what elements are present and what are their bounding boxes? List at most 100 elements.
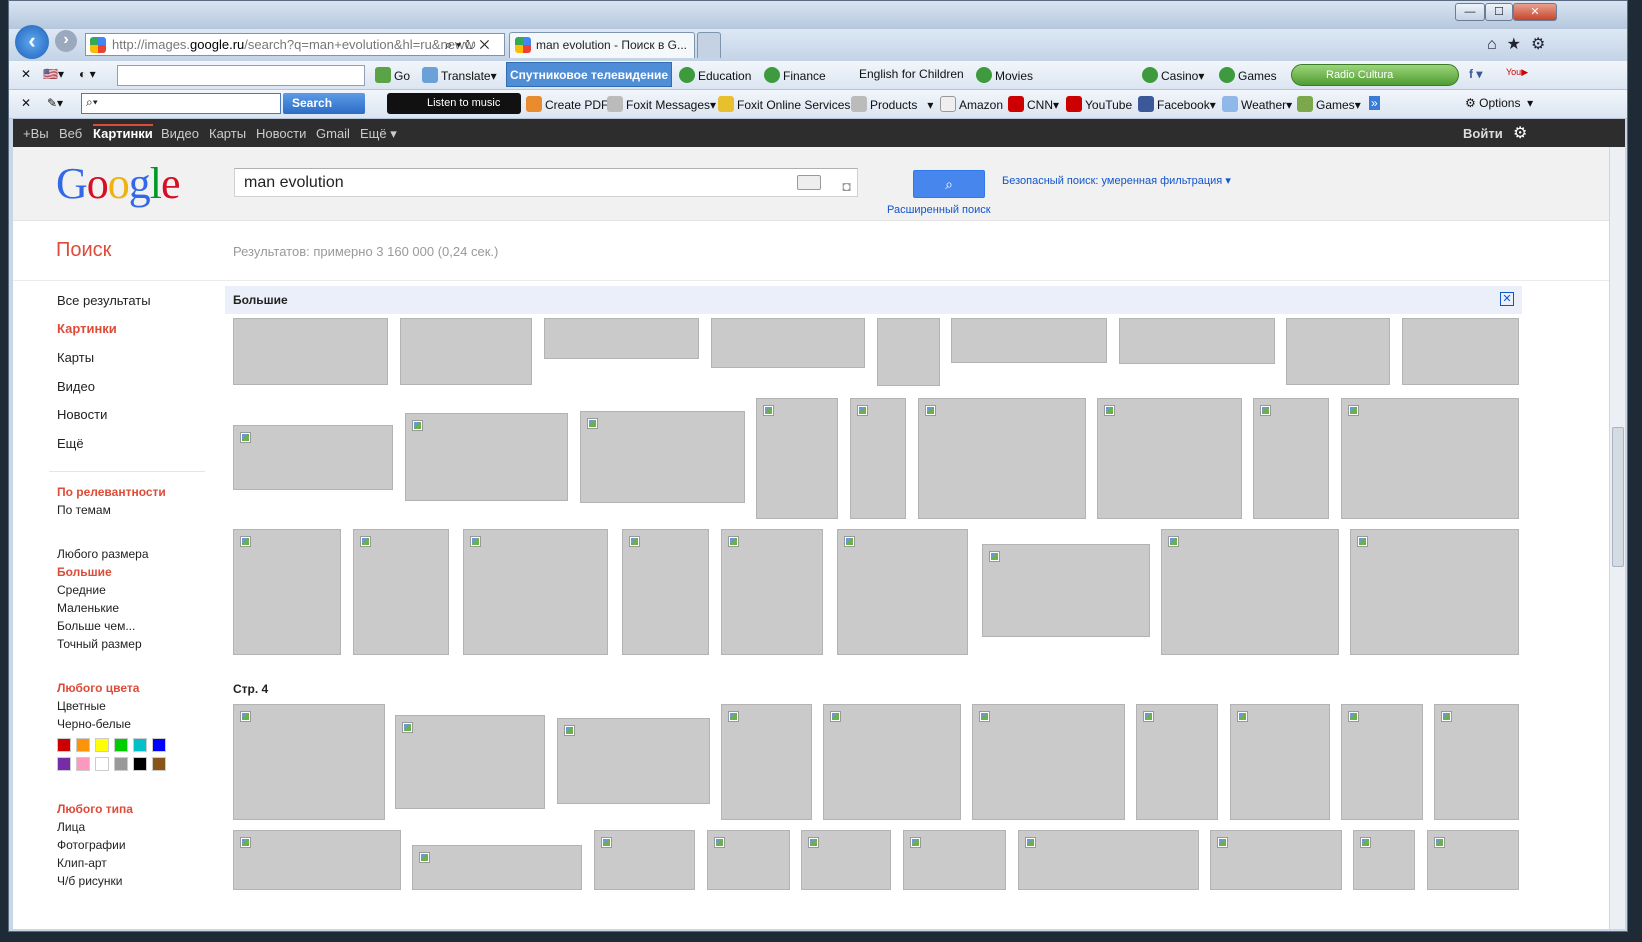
image-thumbnail[interactable] xyxy=(972,704,1125,820)
finance-link[interactable]: Finance xyxy=(764,67,826,83)
home-star-gear-icons[interactable]: ⌂★⚙ xyxy=(1487,34,1555,54)
tv-button[interactable]: Спутниковое телевидение xyxy=(506,62,672,87)
cnn-link[interactable]: CNN▾ xyxy=(1008,96,1059,112)
gbar-item-maps[interactable]: Карты xyxy=(209,126,246,141)
maximize-button[interactable]: ☐ xyxy=(1485,3,1513,21)
image-thumbnail[interactable] xyxy=(721,529,823,655)
color-swatch[interactable] xyxy=(114,738,128,752)
type-any[interactable]: Любого типа xyxy=(57,802,133,816)
ask-search-button[interactable]: Search xyxy=(283,93,365,114)
size-exact[interactable]: Точный размер xyxy=(57,637,142,651)
image-thumbnail[interactable] xyxy=(1286,318,1390,385)
color-swatch[interactable] xyxy=(152,738,166,752)
education-link[interactable]: Education xyxy=(679,67,751,83)
toolbar-search-input[interactable] xyxy=(117,65,365,86)
signin-link[interactable]: Войти xyxy=(1463,126,1503,141)
facebook-icon[interactable]: f ▾ xyxy=(1469,67,1482,81)
image-thumbnail[interactable] xyxy=(400,318,532,385)
color-swatch[interactable] xyxy=(76,757,90,771)
english-link[interactable]: English for Children xyxy=(859,67,964,81)
image-thumbnail[interactable] xyxy=(1350,529,1519,655)
keyboard-icon[interactable] xyxy=(797,175,821,190)
type-lineart[interactable]: Ч/б рисунки xyxy=(57,874,123,888)
image-thumbnail[interactable] xyxy=(412,845,582,890)
image-thumbnail[interactable] xyxy=(1097,398,1242,519)
image-thumbnail[interactable] xyxy=(463,529,608,655)
image-thumbnail[interactable] xyxy=(837,529,968,655)
color-swatch[interactable] xyxy=(76,738,90,752)
gbar-item-images[interactable]: Картинки xyxy=(93,124,153,141)
image-thumbnail[interactable] xyxy=(594,830,695,890)
gbar-item-gmail[interactable]: Gmail xyxy=(316,126,350,141)
image-thumbnail[interactable] xyxy=(877,318,940,386)
image-thumbnail[interactable] xyxy=(1119,318,1275,364)
pencil-icon[interactable]: ✎▾ xyxy=(47,96,63,110)
image-thumbnail[interactable] xyxy=(823,704,961,820)
size-larger-than[interactable]: Больше чем... xyxy=(57,619,135,633)
close-window-button[interactable]: ✕ xyxy=(1513,3,1557,21)
close-toolbar-icon[interactable]: ✕ xyxy=(21,96,31,110)
color-swatch[interactable] xyxy=(133,757,147,771)
image-thumbnail[interactable] xyxy=(1353,830,1415,890)
image-thumbnail[interactable] xyxy=(1402,318,1519,385)
type-clipart[interactable]: Клип-арт xyxy=(57,856,107,870)
color-bw[interactable]: Черно-белые xyxy=(57,717,131,731)
image-thumbnail[interactable] xyxy=(1210,830,1342,890)
products-link[interactable]: Products ▾ xyxy=(851,96,933,112)
image-thumbnail[interactable] xyxy=(557,718,710,804)
sort-relevance[interactable]: По релевантности xyxy=(57,485,166,499)
sidebar-item-images[interactable]: Картинки xyxy=(57,321,117,336)
image-thumbnail[interactable] xyxy=(918,398,1086,519)
safe-search-menu[interactable]: Безопасный поиск: умеренная фильтрация ▾ xyxy=(1002,174,1231,187)
image-thumbnail[interactable] xyxy=(1230,704,1330,820)
tab-active[interactable]: man evolution - Поиск в G... xyxy=(509,32,695,58)
color-swatch[interactable] xyxy=(95,738,109,752)
size-large[interactable]: Большие xyxy=(57,565,112,579)
movies-link[interactable]: Movies xyxy=(976,67,1033,83)
options-menu[interactable]: ⚙ Options ▾ xyxy=(1465,96,1533,110)
more-chevron-icon[interactable]: » xyxy=(1369,96,1380,110)
image-thumbnail[interactable] xyxy=(721,704,812,820)
gbar-item-news[interactable]: Новости xyxy=(256,126,306,141)
image-thumbnail[interactable] xyxy=(233,529,341,655)
minimize-button[interactable]: — xyxy=(1455,3,1485,21)
size-medium[interactable]: Средние xyxy=(57,583,106,597)
radio-widget[interactable]: Radio Cultura xyxy=(1291,64,1459,86)
image-thumbnail[interactable] xyxy=(233,425,393,490)
image-thumbnail[interactable] xyxy=(1018,830,1199,890)
color-any[interactable]: Любого цвета xyxy=(57,681,139,695)
weather-link[interactable]: Weather▾ xyxy=(1222,96,1292,112)
new-tab-button[interactable] xyxy=(697,32,721,58)
sidebar-item-all[interactable]: Все результаты xyxy=(57,293,151,308)
gbar-item-video[interactable]: Видео xyxy=(161,126,199,141)
image-thumbnail[interactable] xyxy=(1161,529,1339,655)
color-swatch[interactable] xyxy=(114,757,128,771)
image-thumbnail[interactable] xyxy=(622,529,709,655)
color-swatch[interactable] xyxy=(57,738,71,752)
close-toolbar-icon[interactable]: ✕ xyxy=(21,67,31,81)
image-thumbnail[interactable] xyxy=(982,544,1150,637)
image-thumbnail[interactable] xyxy=(1341,398,1519,519)
color-full[interactable]: Цветные xyxy=(57,699,106,713)
image-thumbnail[interactable] xyxy=(544,318,699,359)
back-button-icon[interactable]: ‹ xyxy=(15,25,49,59)
advanced-search-link[interactable]: Расширенный поиск xyxy=(887,204,991,216)
color-swatch[interactable] xyxy=(152,757,166,771)
size-small[interactable]: Маленькие xyxy=(57,601,119,615)
amazon-link[interactable]: Amazon xyxy=(940,96,1003,112)
sidebar-item-maps[interactable]: Карты xyxy=(57,350,94,365)
image-thumbnail[interactable] xyxy=(353,529,449,655)
image-thumbnail[interactable] xyxy=(707,830,790,890)
youtube-icon[interactable]: You▶ xyxy=(1506,67,1528,78)
forward-button-icon[interactable]: › xyxy=(55,30,77,52)
image-thumbnail[interactable] xyxy=(233,704,385,820)
image-thumbnail[interactable] xyxy=(903,830,1006,890)
sort-topics[interactable]: По темам xyxy=(57,503,111,517)
image-thumbnail[interactable] xyxy=(395,715,545,809)
gear-icon[interactable]: ⚙ xyxy=(1513,123,1527,143)
image-thumbnail[interactable] xyxy=(951,318,1107,363)
scrollbar-thumb[interactable] xyxy=(1612,427,1624,567)
scrollbar[interactable] xyxy=(1609,147,1625,929)
gbar-item-web[interactable]: Веб xyxy=(59,126,82,141)
search-icon[interactable]: ⌕ ▾ ↻ ✕ xyxy=(445,37,489,53)
